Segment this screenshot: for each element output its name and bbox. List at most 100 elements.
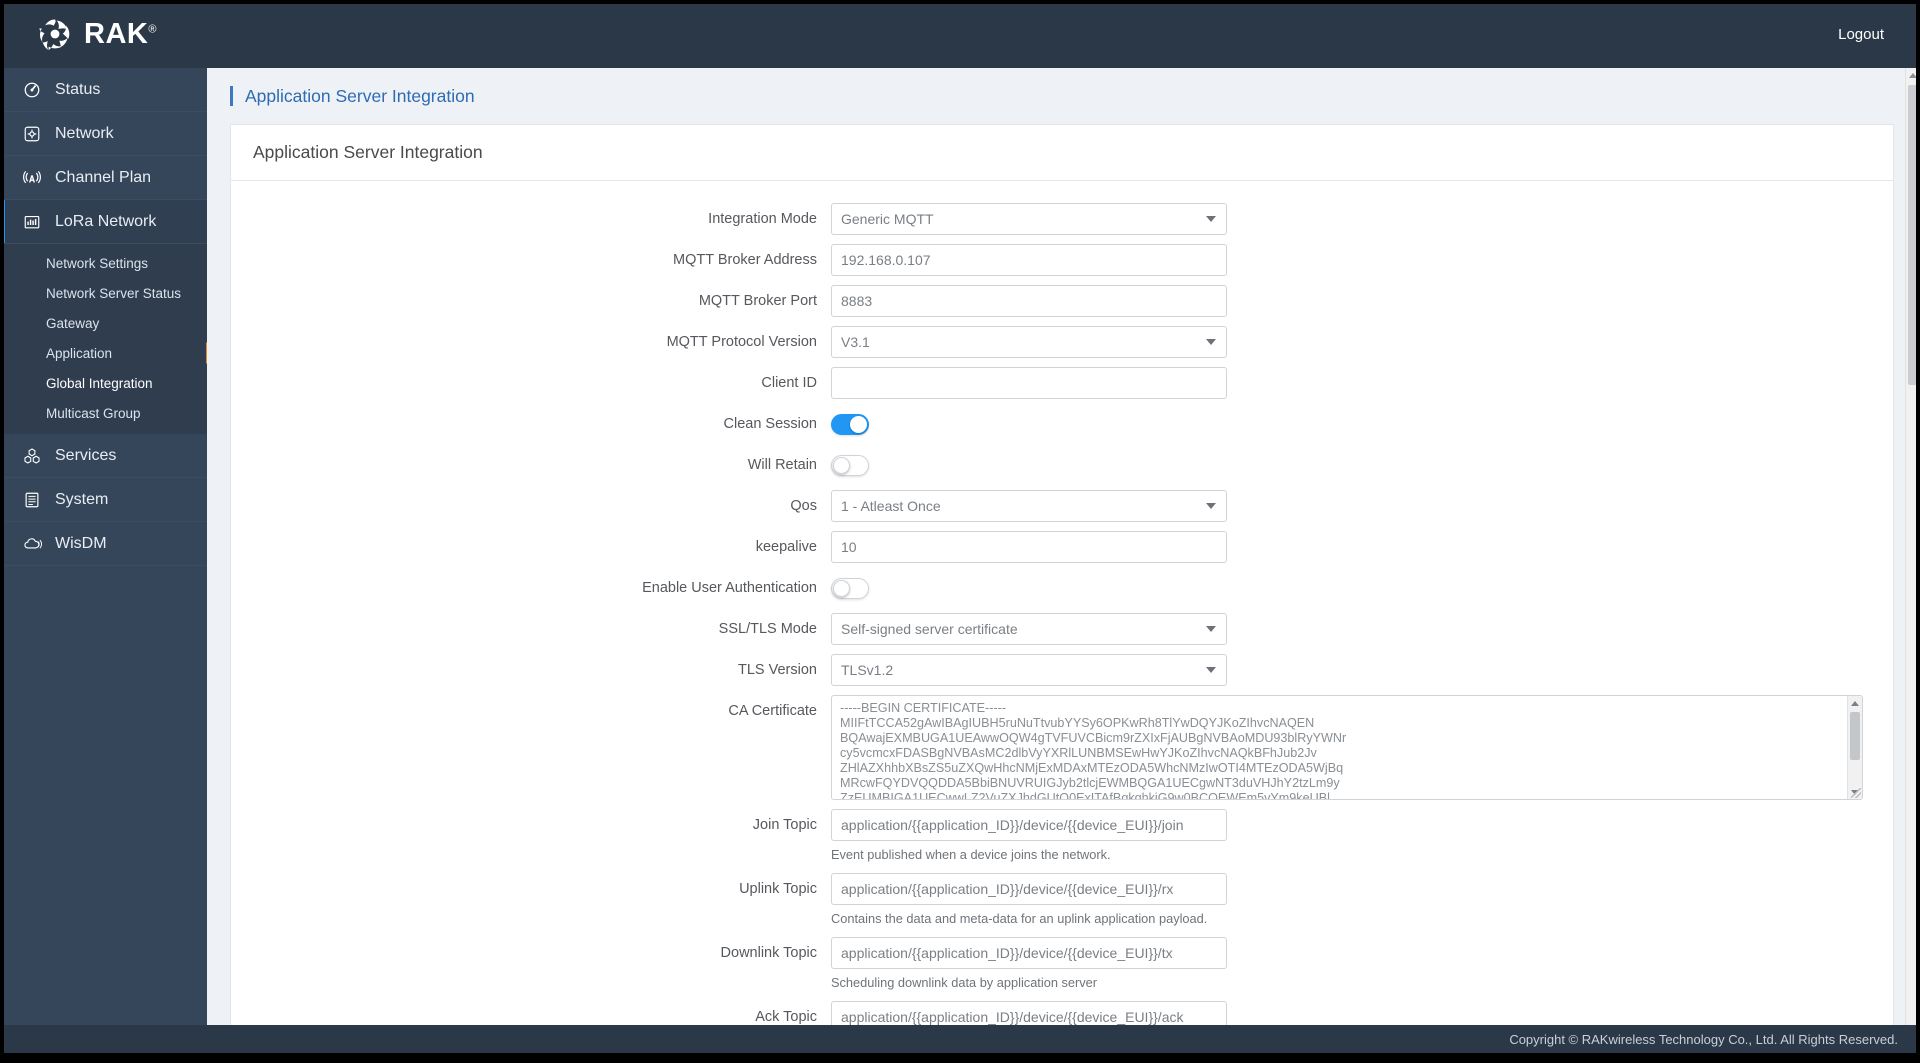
field-label: Enable User Authentication xyxy=(642,580,817,596)
services-icon xyxy=(22,446,42,466)
chevron-down-icon xyxy=(1206,626,1216,632)
chart-bars-icon xyxy=(22,212,42,232)
tls-version-select[interactable]: TLSv1.2 xyxy=(831,654,1227,686)
sidebar-subitem-label: Network Server Status xyxy=(46,285,182,301)
sidebar-subitem-application[interactable]: Application xyxy=(0,338,207,368)
enable-user-authentication-toggle[interactable] xyxy=(831,578,869,599)
top-bar: RAK® Logout xyxy=(0,0,1920,68)
card-body: Integration Mode Generic MQTT MQTT Broke… xyxy=(231,181,1893,1063)
field-ca-certificate: CA Certificate -----BEGIN CERTIFICATE---… xyxy=(231,695,1893,800)
clean-session-toggle[interactable] xyxy=(831,414,869,435)
field-clean-session: Clean Session xyxy=(231,408,1893,440)
integration-card: Application Server Integration Integrati… xyxy=(230,124,1894,1063)
ca-certificate-scrollbar[interactable] xyxy=(1847,696,1862,799)
window-left-border xyxy=(0,0,4,1063)
sidebar-item-wisdm[interactable]: WisDM xyxy=(0,522,207,566)
cloud-icon xyxy=(22,534,42,554)
chevron-down-icon xyxy=(1206,667,1216,673)
chevron-down-icon xyxy=(1206,503,1216,509)
uplink-topic-hint: Contains the data and meta-data for an u… xyxy=(831,911,1208,926)
field-control: 8883 xyxy=(831,285,1893,317)
field-control xyxy=(831,572,1893,599)
scrollbar-thumb[interactable] xyxy=(1850,712,1860,760)
will-retain-toggle[interactable] xyxy=(831,455,869,476)
sidebar-item-lora-network[interactable]: LoRa Network xyxy=(0,200,207,244)
field-label: Join Topic xyxy=(752,817,817,833)
field-ssl-tls-mode: SSL/TLS Mode Self-signed server certific… xyxy=(231,613,1893,645)
field-control xyxy=(831,449,1893,476)
sidebar-item-label: Services xyxy=(55,446,117,464)
field-control: Self-signed server certificate xyxy=(831,613,1893,645)
field-uplink-topic: Uplink Topic application/{{application_I… xyxy=(231,873,1893,928)
sidebar-subitem-label: Gateway xyxy=(46,315,100,331)
sidebar-subitem-network-server-status[interactable]: Network Server Status xyxy=(0,278,207,308)
content-area: Application Server Integration Applicati… xyxy=(207,68,1920,1063)
field-label: SSL/TLS Mode xyxy=(718,621,817,637)
content-scroll-area: Application Server Integration Applicati… xyxy=(207,68,1920,1063)
toggle-knob xyxy=(833,580,850,597)
ca-certificate-textarea[interactable]: -----BEGIN CERTIFICATE----- MIIFtTCCA52g… xyxy=(831,695,1863,800)
window-bottom-border xyxy=(0,1053,1920,1063)
sidebar-item-status[interactable]: Status xyxy=(0,68,207,112)
client-id-input[interactable] xyxy=(831,367,1227,399)
sidebar-item-system[interactable]: System xyxy=(0,478,207,522)
sidebar-item-label: WisDM xyxy=(55,534,107,552)
toggle-knob xyxy=(833,457,850,474)
mqtt-broker-address-input[interactable]: 192.168.0.107 xyxy=(831,244,1227,276)
ca-certificate-text[interactable]: -----BEGIN CERTIFICATE----- MIIFtTCCA52g… xyxy=(832,696,1847,799)
field-will-retain: Will Retain xyxy=(231,449,1893,481)
field-label: CA Certificate xyxy=(728,703,817,719)
breadcrumb-accent-bar xyxy=(230,86,233,106)
copyright-text: Copyright © RAKwireless Technology Co., … xyxy=(1509,1031,1898,1047)
select-value: TLSv1.2 xyxy=(841,662,894,678)
brand-title: RAK® xyxy=(84,18,157,51)
sidebar-item-label: Channel Plan xyxy=(55,168,152,186)
textarea-resize-grip[interactable] xyxy=(1851,788,1861,798)
downlink-topic-input[interactable]: application/{{application_ID}}/device/{{… xyxy=(831,937,1227,969)
sidebar-subitem-label: Application xyxy=(46,345,113,361)
uplink-topic-input[interactable]: application/{{application_ID}}/device/{{… xyxy=(831,873,1227,905)
field-downlink-topic: Downlink Topic application/{{application… xyxy=(231,937,1893,992)
brand-registered-mark: ® xyxy=(148,22,157,35)
field-label: Qos xyxy=(790,498,817,514)
sidebar-item-services[interactable]: Services xyxy=(0,434,207,478)
field-label: MQTT Broker Port xyxy=(698,293,817,309)
breadcrumb: Application Server Integration xyxy=(221,68,1902,124)
field-tls-version: TLS Version TLSv1.2 xyxy=(231,654,1893,686)
select-value: 1 - Atleast Once xyxy=(841,498,941,514)
integration-mode-select[interactable]: Generic MQTT xyxy=(831,203,1227,235)
field-mqtt-broker-port: MQTT Broker Port 8883 xyxy=(231,285,1893,317)
mqtt-broker-port-input[interactable]: 8883 xyxy=(831,285,1227,317)
field-label: Will Retain xyxy=(747,457,817,473)
sidebar-item-network[interactable]: Network xyxy=(0,112,207,156)
sidebar-subitem-global-integration[interactable]: Global Integration xyxy=(0,368,207,398)
logout-button[interactable]: Logout xyxy=(1838,26,1884,43)
field-control: TLSv1.2 xyxy=(831,654,1893,686)
ssl-tls-mode-select[interactable]: Self-signed server certificate xyxy=(831,613,1227,645)
window-top-border xyxy=(0,0,1920,4)
qos-select[interactable]: 1 - Atleast Once xyxy=(831,490,1227,522)
footer: Copyright © RAKwireless Technology Co., … xyxy=(0,1025,1920,1053)
keepalive-input[interactable]: 10 xyxy=(831,531,1227,563)
sidebar-subitem-network-settings[interactable]: Network Settings xyxy=(0,248,207,278)
field-control xyxy=(831,367,1893,399)
window-right-border xyxy=(1916,0,1920,1063)
join-topic-input[interactable]: application/{{application_ID}}/device/{{… xyxy=(831,809,1227,841)
sidebar-subitem-gateway[interactable]: Gateway xyxy=(0,308,207,338)
field-label: Client ID xyxy=(761,375,817,391)
sidebar-subitem-label: Global Integration xyxy=(46,375,153,391)
sidebar: Status Network Channel Plan LoRa Network… xyxy=(0,68,207,1063)
sidebar-item-channel-plan[interactable]: Channel Plan xyxy=(0,156,207,200)
app-root: RAK® Logout Status Network Channel Plan … xyxy=(0,0,1920,1063)
chevron-down-icon xyxy=(1206,216,1216,222)
brand-logo-group[interactable]: RAK® xyxy=(38,17,157,51)
field-qos: Qos 1 - Atleast Once xyxy=(231,490,1893,522)
field-control: 1 - Atleast Once xyxy=(831,490,1893,522)
scroll-up-icon[interactable] xyxy=(1848,696,1862,710)
mqtt-protocol-version-select[interactable]: V3.1 xyxy=(831,326,1227,358)
status-icon xyxy=(22,80,42,100)
field-control: 10 xyxy=(831,531,1893,563)
card-title: Application Server Integration xyxy=(231,125,1893,181)
field-control: -----BEGIN CERTIFICATE----- MIIFtTCCA52g… xyxy=(831,695,1893,800)
sidebar-subitem-multicast-group[interactable]: Multicast Group xyxy=(0,398,207,428)
